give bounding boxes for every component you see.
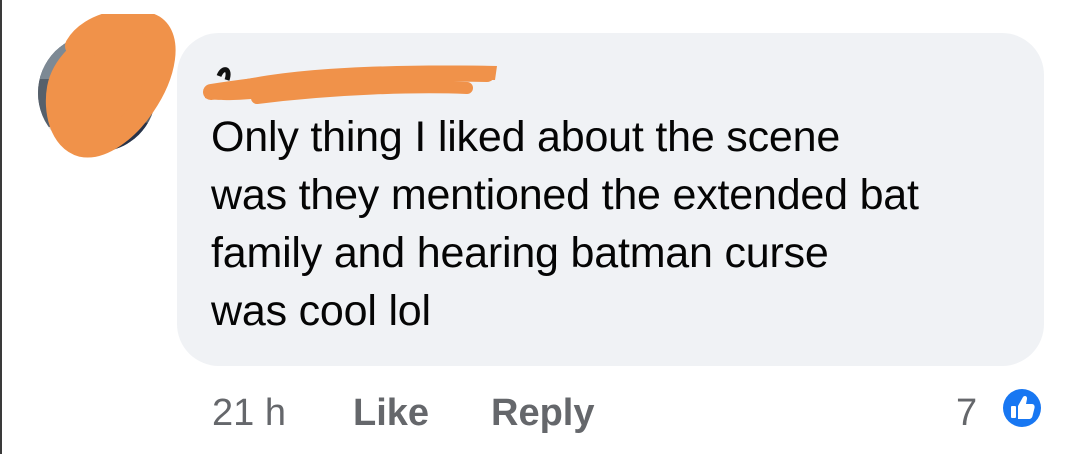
comment-line: Only thing I liked about the scene bbox=[211, 113, 841, 161]
comment-line: was they mentioned the extended bat bbox=[211, 171, 919, 219]
comment-text: Only thing I liked about the scene was t… bbox=[211, 108, 1031, 340]
avatar-redaction bbox=[45, 14, 176, 158]
like-button[interactable]: Like bbox=[353, 390, 429, 436]
thumbs-up-icon[interactable] bbox=[998, 384, 1046, 432]
left-edge-divider bbox=[0, 0, 2, 454]
comment-line: family and hearing batman curse bbox=[211, 229, 829, 277]
author-name-redaction bbox=[203, 65, 497, 104]
comment-timestamp[interactable]: 21 h bbox=[212, 390, 286, 436]
comment-line: was cool lol bbox=[211, 287, 431, 335]
reply-button[interactable]: Reply bbox=[491, 390, 594, 436]
reaction-count[interactable]: 7 bbox=[956, 390, 977, 436]
comment-view: Only thing I liked about the scene was t… bbox=[0, 0, 1080, 454]
